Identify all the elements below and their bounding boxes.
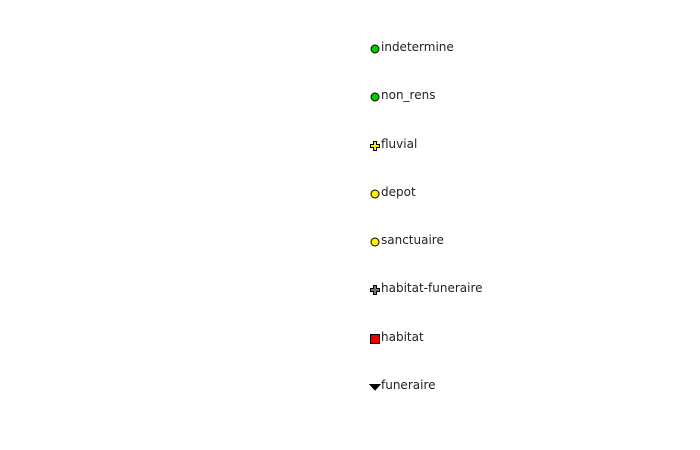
- legend-item-depot: depot: [369, 182, 609, 230]
- legend-label: non_rens: [381, 88, 436, 103]
- legend-label: habitat-funeraire: [381, 281, 483, 296]
- circle-marker-icon: [369, 91, 381, 103]
- triangle-down-marker-icon: [369, 381, 381, 393]
- circle-marker-icon: [369, 236, 381, 248]
- legend-label: funeraire: [381, 378, 436, 393]
- legend-label: fluvial: [381, 136, 418, 151]
- legend-item-habitat: habitat: [369, 327, 609, 375]
- legend-label: indetermine: [381, 40, 454, 54]
- legend-item-habitat-funeraire: habitat-funeraire: [369, 278, 609, 326]
- legend-item-funeraire: funeraire: [369, 375, 609, 423]
- legend-label: sanctuaire: [381, 233, 444, 248]
- legend-item-indetermine: indetermine: [369, 37, 609, 85]
- map-legend: indetermine non_rens fluvial depot sanct…: [369, 37, 609, 423]
- legend-label: depot: [381, 184, 416, 199]
- square-marker-icon: [369, 333, 381, 345]
- circle-marker-icon: [369, 188, 381, 200]
- cross-marker-icon: [369, 284, 381, 296]
- legend-item-sanctuaire: sanctuaire: [369, 230, 609, 278]
- legend-item-non-rens: non_rens: [369, 85, 609, 133]
- circle-marker-icon: [369, 43, 381, 55]
- cross-marker-icon: [369, 140, 381, 152]
- legend-label: habitat: [381, 329, 424, 344]
- legend-item-fluvial: fluvial: [369, 134, 609, 182]
